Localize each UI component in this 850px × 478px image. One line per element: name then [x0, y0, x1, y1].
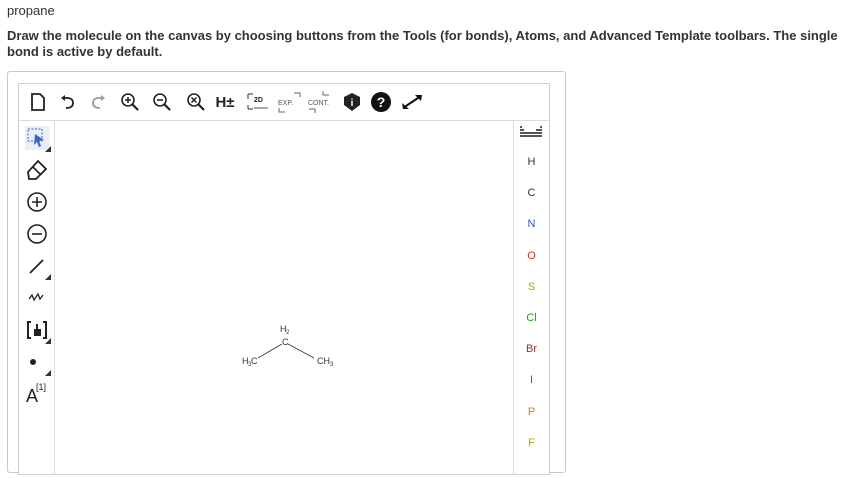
fullscreen-icon[interactable] [399, 90, 425, 114]
contract-label: CONT. [308, 100, 329, 107]
question-title: propane [7, 3, 55, 18]
right-methyl-ch: CH [317, 356, 330, 366]
zoom-in-icon[interactable] [119, 90, 141, 114]
right-methyl-sub: 3 [330, 362, 334, 368]
radical-dot-icon[interactable] [23, 348, 51, 376]
atom-button-br[interactable]: Br [514, 343, 549, 355]
undo-icon[interactable] [57, 90, 79, 114]
atom-button-s[interactable]: S [514, 281, 549, 293]
charge-minus-icon[interactable] [23, 220, 51, 248]
expand-label: EXP. [278, 100, 293, 107]
chain-tool-icon[interactable] [23, 284, 51, 312]
help-icon[interactable]: ? [369, 90, 393, 114]
middle-methylene-c: C [282, 337, 289, 347]
atom-button-n[interactable]: N [514, 218, 549, 230]
atom-button-h[interactable]: H [514, 156, 549, 168]
expand-icon[interactable]: EXP. [277, 90, 303, 114]
drawing-canvas[interactable]: H 3 C H 2 C CH 3 [55, 121, 513, 473]
question-instructions: Draw the molecule on the canvas by choos… [7, 28, 838, 59]
atom-button-o[interactable]: O [514, 250, 549, 262]
help-label: ? [377, 94, 386, 110]
left-toolbar: A [1] [19, 120, 55, 474]
atom-button-p[interactable]: P [514, 406, 549, 418]
contract-icon[interactable]: CONT. [307, 90, 335, 114]
middle-methylene-sub: 2 [286, 330, 290, 336]
atom-label-icon[interactable]: A [1] [23, 380, 51, 408]
single-bond-icon[interactable] [23, 252, 51, 280]
select-tool-icon[interactable] [23, 124, 51, 152]
info-icon[interactable]: i [341, 90, 363, 114]
reset-zoom-icon[interactable] [185, 90, 207, 114]
top-toolbar: H± 2D EXP. CONT. i ? [19, 84, 549, 121]
ketcher-editor: H± 2D EXP. CONT. i ? A [1] H 3 C H 2 C C… [18, 83, 550, 475]
propane-structure: H 3 C H 2 C CH 3 [242, 324, 334, 368]
atom-button-f[interactable]: F [514, 437, 549, 449]
atom-button-cl[interactable]: Cl [514, 312, 549, 324]
atom-button-c[interactable]: C [514, 187, 549, 199]
zoom-out-icon[interactable] [151, 90, 173, 114]
info-label: i [351, 98, 354, 109]
clean-2d-icon[interactable]: 2D [245, 90, 271, 114]
periodic-table-icon[interactable] [519, 124, 543, 138]
atom-button-i[interactable]: I [514, 374, 549, 386]
bracket-tool-icon[interactable] [23, 316, 51, 344]
new-document-icon[interactable] [27, 90, 49, 114]
erase-tool-icon[interactable] [23, 156, 51, 184]
clean-2d-label: 2D [254, 97, 263, 104]
left-methyl-c: C [251, 356, 258, 366]
hydrogen-toggle-icon[interactable]: H± [213, 90, 237, 114]
charge-plus-icon[interactable] [23, 188, 51, 216]
atoms-toolbar: H C N O S Cl Br I P F [513, 120, 549, 474]
redo-icon[interactable] [87, 90, 109, 114]
atom-label-superscript: [1] [36, 382, 47, 392]
